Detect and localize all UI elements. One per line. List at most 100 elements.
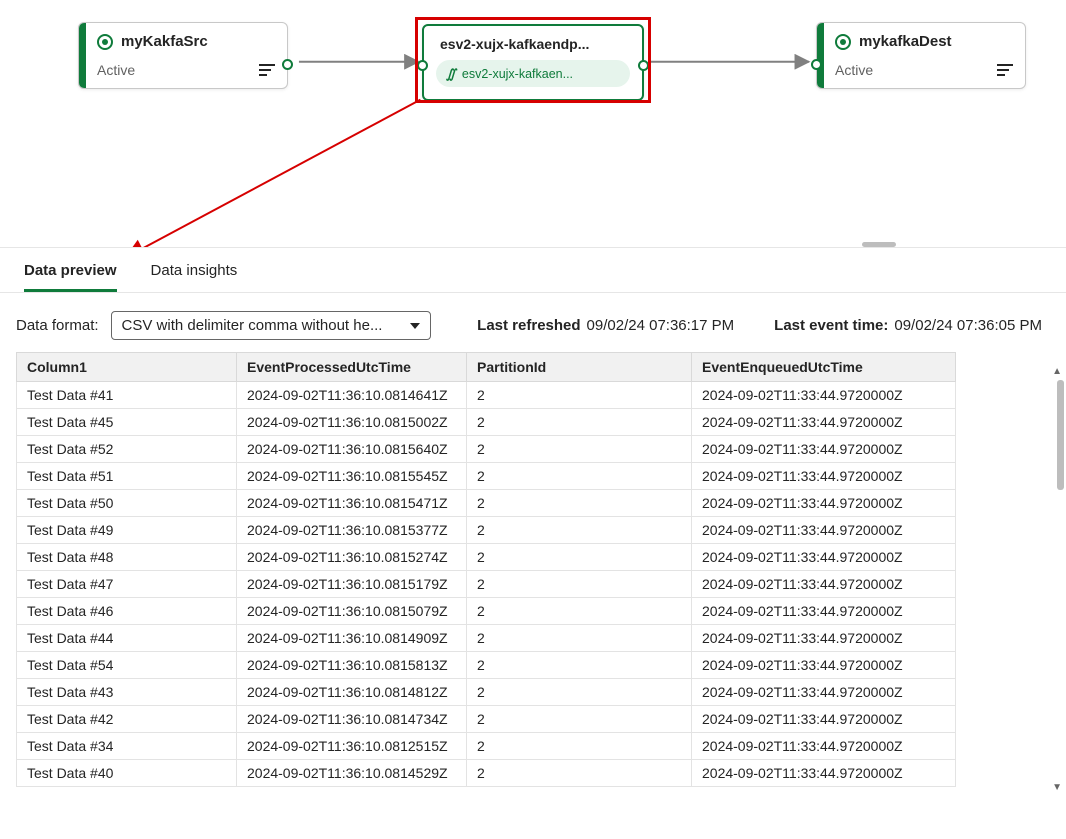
col-header[interactable]: EventEnqueuedUtcTime [692,353,956,382]
table-row[interactable]: Test Data #432024-09-02T11:36:10.0814812… [17,679,956,706]
event-icon [97,34,113,50]
table-row[interactable]: Test Data #462024-09-02T11:36:10.0815079… [17,598,956,625]
table-cell: 2 [467,652,692,679]
table-cell: 2024-09-02T11:36:10.0815813Z [237,652,467,679]
table-row[interactable]: Test Data #472024-09-02T11:36:10.0815179… [17,571,956,598]
table-row[interactable]: Test Data #502024-09-02T11:36:10.0815471… [17,490,956,517]
table-cell: Test Data #49 [17,517,237,544]
last-refreshed: Last refreshed 09/02/24 07:36:17 PM [477,317,734,334]
table-cell: 2 [467,436,692,463]
table-cell: 2024-09-02T11:36:10.0814641Z [237,382,467,409]
table-cell: Test Data #42 [17,706,237,733]
node-title: mykafkaDest [859,33,952,50]
last-refreshed-label: Last refreshed [477,317,580,334]
table-cell: 2024-09-02T11:36:10.0814909Z [237,625,467,652]
node-destination[interactable]: mykafkaDest Active [816,22,1026,89]
filter-icon[interactable] [997,64,1013,76]
table-row[interactable]: Test Data #522024-09-02T11:36:10.0815640… [17,436,956,463]
table-cell: 2024-09-02T11:36:10.0812515Z [237,733,467,760]
table-cell: Test Data #47 [17,571,237,598]
table-cell: 2024-09-02T11:33:44.9720000Z [692,436,956,463]
table-cell: Test Data #52 [17,436,237,463]
tabs: Data preview Data insights [0,248,1066,293]
table-cell: Test Data #46 [17,598,237,625]
table-cell: 2024-09-02T11:36:10.0814734Z [237,706,467,733]
table-cell: 2 [467,463,692,490]
table-cell: 2024-09-02T11:33:44.9720000Z [692,652,956,679]
last-refreshed-value: 09/02/24 07:36:17 PM [587,317,735,334]
table-cell: Test Data #48 [17,544,237,571]
scroll-up-icon[interactable]: ▲ [1052,366,1062,377]
table-row[interactable]: Test Data #452024-09-02T11:36:10.0815002… [17,409,956,436]
table-cell: 2024-09-02T11:36:10.0815377Z [237,517,467,544]
table-cell: 2024-09-02T11:36:10.0815179Z [237,571,467,598]
table-row[interactable]: Test Data #422024-09-02T11:36:10.0814734… [17,706,956,733]
table-cell: 2024-09-02T11:33:44.9720000Z [692,544,956,571]
table-row[interactable]: Test Data #492024-09-02T11:36:10.0815377… [17,517,956,544]
preview-table-wrap: Column1 EventProcessedUtcTime PartitionI… [0,352,1066,787]
preview-table: Column1 EventProcessedUtcTime PartitionI… [16,352,956,787]
table-row[interactable]: Test Data #402024-09-02T11:36:10.0814529… [17,760,956,787]
last-event-value: 09/02/24 07:36:05 PM [894,317,1042,334]
col-header[interactable]: PartitionId [467,353,692,382]
table-cell: 2024-09-02T11:36:10.0815640Z [237,436,467,463]
col-header[interactable]: Column1 [17,353,237,382]
panel-resize-handle[interactable] [862,242,896,247]
table-cell: 2 [467,760,692,787]
table-cell: 2024-09-02T11:33:44.9720000Z [692,679,956,706]
table-cell: 2024-09-02T11:33:44.9720000Z [692,409,956,436]
preview-toolbar: Data format: CSV with delimiter comma wi… [0,293,1066,352]
filter-icon[interactable] [259,64,275,76]
pipeline-graph: myKakfaSrc Active esv2-xujx-kafkaendp...… [0,0,1066,248]
table-row[interactable]: Test Data #482024-09-02T11:36:10.0815274… [17,544,956,571]
input-port[interactable] [811,59,822,70]
scroll-down-icon[interactable]: ▼ [1052,782,1062,791]
node-status: Active [835,62,873,78]
table-cell: 2024-09-02T11:36:10.0815274Z [237,544,467,571]
table-cell: Test Data #45 [17,409,237,436]
table-cell: 2024-09-02T11:33:44.9720000Z [692,706,956,733]
node-title: myKakfaSrc [121,33,208,50]
table-cell: 2 [467,544,692,571]
data-format-label: Data format: [16,317,99,334]
table-cell: 2024-09-02T11:33:44.9720000Z [692,598,956,625]
table-cell: 2024-09-02T11:33:44.9720000Z [692,517,956,544]
tab-data-preview[interactable]: Data preview [24,262,117,292]
event-icon [835,34,851,50]
node-source[interactable]: myKakfaSrc Active [78,22,288,89]
table-cell: 2 [467,733,692,760]
table-header-row: Column1 EventProcessedUtcTime PartitionI… [17,353,956,382]
annotation-highlight [415,17,651,103]
table-cell: 2024-09-02T11:33:44.9720000Z [692,571,956,598]
table-cell: 2024-09-02T11:33:44.9720000Z [692,463,956,490]
table-cell: Test Data #44 [17,625,237,652]
table-cell: Test Data #50 [17,490,237,517]
chevron-down-icon [410,323,420,329]
output-port[interactable] [282,59,293,70]
table-cell: 2 [467,382,692,409]
table-cell: Test Data #34 [17,733,237,760]
table-cell: Test Data #51 [17,463,237,490]
last-event-label: Last event time: [774,317,888,334]
table-row[interactable]: Test Data #542024-09-02T11:36:10.0815813… [17,652,956,679]
table-cell: 2024-09-02T11:36:10.0815545Z [237,463,467,490]
table-cell: 2024-09-02T11:33:44.9720000Z [692,625,956,652]
table-cell: 2 [467,571,692,598]
table-cell: 2024-09-02T11:33:44.9720000Z [692,733,956,760]
tab-data-insights[interactable]: Data insights [151,262,238,292]
table-cell: 2 [467,409,692,436]
table-cell: 2 [467,625,692,652]
table-cell: 2024-09-02T11:36:10.0814529Z [237,760,467,787]
node-status-bar [817,23,824,88]
table-row[interactable]: Test Data #342024-09-02T11:36:10.0812515… [17,733,956,760]
table-row[interactable]: Test Data #412024-09-02T11:36:10.0814641… [17,382,956,409]
data-format-select[interactable]: CSV with delimiter comma without he... [111,311,431,340]
table-cell: 2 [467,490,692,517]
last-event-time: Last event time: 09/02/24 07:36:05 PM [774,317,1042,334]
table-row[interactable]: Test Data #512024-09-02T11:36:10.0815545… [17,463,956,490]
node-status-bar [79,23,86,88]
table-row[interactable]: Test Data #442024-09-02T11:36:10.0814909… [17,625,956,652]
table-cell: Test Data #41 [17,382,237,409]
col-header[interactable]: EventProcessedUtcTime [237,353,467,382]
scrollbar-thumb[interactable] [1057,380,1064,490]
